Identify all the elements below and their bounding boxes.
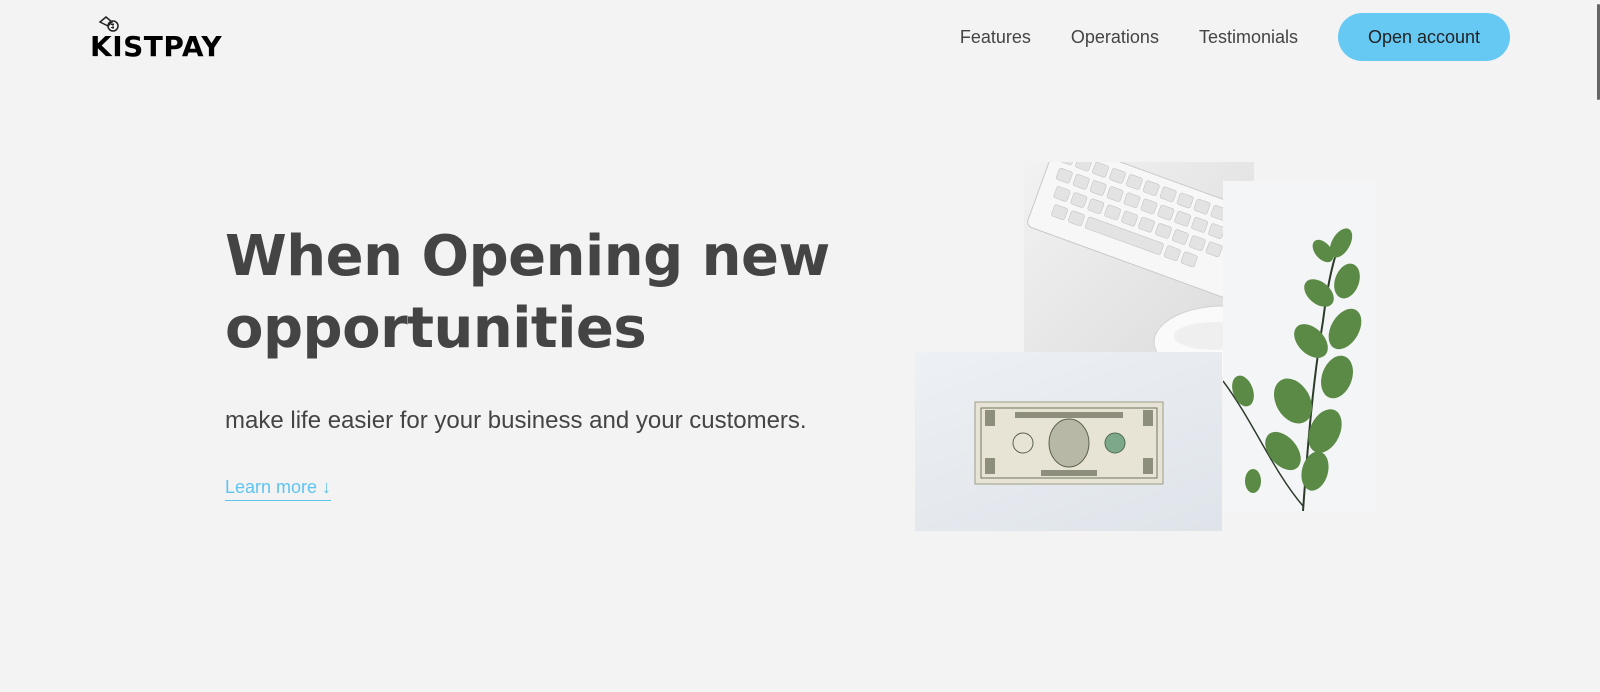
dollar-bill-illustration <box>974 401 1164 485</box>
headline-word: new <box>701 224 831 289</box>
learn-more-link[interactable]: Learn more ↓ <box>225 477 332 501</box>
headline-highlight-word: Opening <box>421 224 683 289</box>
hero-headline: When Opening new opportunities <box>197 218 900 378</box>
hero-subtitle: make life easier for your business and y… <box>225 407 807 434</box>
headline-word: When <box>225 224 403 289</box>
plant-image <box>1223 181 1376 511</box>
brand-name: KISTPAY <box>90 30 223 63</box>
brand-logo[interactable]: KISTPAY <box>88 14 228 64</box>
page: KISTPAY Features Operations Testimonials… <box>0 0 1600 692</box>
eucalyptus-illustration <box>1223 228 1362 511</box>
keyboard-mouse-image <box>1024 162 1254 378</box>
headline-line-1: When Opening new <box>225 224 830 289</box>
main-nav: Features Operations Testimonials Open ac… <box>960 13 1510 61</box>
headline-highlight-word: opportunities <box>225 296 647 361</box>
headline-line-2: opportunities <box>225 296 647 361</box>
dollar-bill-image <box>915 352 1222 531</box>
nav-link-operations[interactable]: Operations <box>1071 27 1159 48</box>
keyboard-illustration <box>1027 162 1254 378</box>
open-account-button[interactable]: Open account <box>1338 13 1510 61</box>
nav-link-features[interactable]: Features <box>960 27 1031 48</box>
nav-link-testimonials[interactable]: Testimonials <box>1199 27 1298 48</box>
